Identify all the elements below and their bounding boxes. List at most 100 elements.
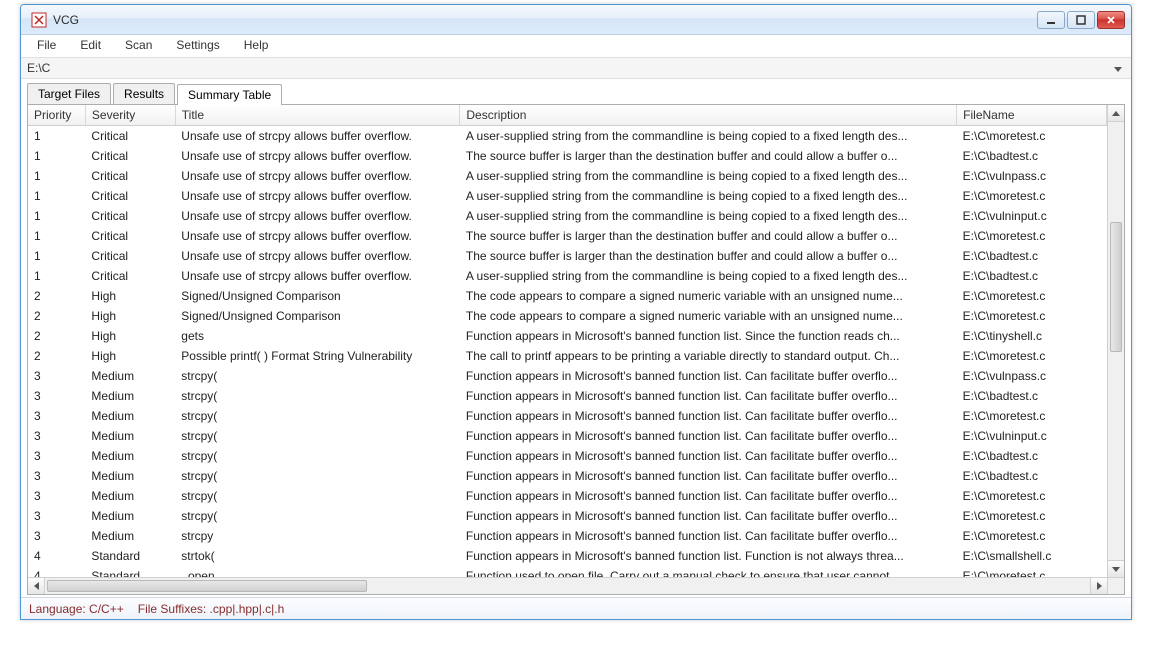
- status-language: Language: C/C++: [29, 602, 124, 616]
- cell-filename: E:\C\moretest.c: [957, 286, 1107, 306]
- table-row[interactable]: 1CriticalUnsafe use of strcpy allows buf…: [28, 126, 1107, 147]
- table-row[interactable]: 1CriticalUnsafe use of strcpy allows buf…: [28, 246, 1107, 266]
- cell-severity: High: [85, 286, 175, 306]
- tab-target-files[interactable]: Target Files: [27, 83, 111, 104]
- cell-title: Unsafe use of strcpy allows buffer overf…: [175, 226, 460, 246]
- cell-severity: High: [85, 306, 175, 326]
- cell-priority: 2: [28, 346, 85, 366]
- col-header-description[interactable]: Description: [460, 105, 957, 126]
- cell-title: Signed/Unsigned Comparison: [175, 286, 460, 306]
- cell-filename: E:\C\badtest.c: [957, 266, 1107, 286]
- cell-filename: E:\C\badtest.c: [957, 446, 1107, 466]
- table-row[interactable]: 1CriticalUnsafe use of strcpy allows buf…: [28, 266, 1107, 286]
- tab-results[interactable]: Results: [113, 83, 175, 104]
- cell-priority: 3: [28, 406, 85, 426]
- cell-priority: 1: [28, 146, 85, 166]
- cell-filename: E:\C\moretest.c: [957, 486, 1107, 506]
- cell-severity: Standard: [85, 546, 175, 566]
- horizontal-scrollbar[interactable]: [28, 577, 1124, 594]
- cell-severity: High: [85, 346, 175, 366]
- cell-filename: E:\C\smallshell.c: [957, 546, 1107, 566]
- cell-title: Unsafe use of strcpy allows buffer overf…: [175, 186, 460, 206]
- scroll-right-icon[interactable]: [1090, 578, 1107, 594]
- cell-priority: 4: [28, 546, 85, 566]
- cell-description: Function appears in Microsoft's banned f…: [460, 526, 957, 546]
- cell-priority: 3: [28, 506, 85, 526]
- summary-table-panel: Priority Severity Title Description File…: [27, 104, 1125, 595]
- cell-description: The code appears to compare a signed num…: [460, 306, 957, 326]
- cell-title: strcpy(: [175, 486, 460, 506]
- cell-filename: E:\C\badtest.c: [957, 146, 1107, 166]
- cell-priority: 1: [28, 126, 85, 147]
- col-header-severity[interactable]: Severity: [85, 105, 175, 126]
- menu-settings[interactable]: Settings: [164, 35, 231, 57]
- cell-filename: E:\C\moretest.c: [957, 566, 1107, 577]
- table-row[interactable]: 2HighPossible printf( ) Format String Vu…: [28, 346, 1107, 366]
- col-header-title[interactable]: Title: [175, 105, 460, 126]
- scroll-left-icon[interactable]: [28, 578, 45, 594]
- table-row[interactable]: 3Mediumstrcpy(Function appears in Micros…: [28, 506, 1107, 526]
- cell-title: Unsafe use of strcpy allows buffer overf…: [175, 166, 460, 186]
- table-row[interactable]: 3Mediumstrcpy(Function appears in Micros…: [28, 406, 1107, 426]
- cell-severity: Medium: [85, 446, 175, 466]
- vertical-scrollbar[interactable]: [1107, 105, 1124, 577]
- summary-table[interactable]: Priority Severity Title Description File…: [28, 105, 1107, 577]
- cell-description: A user-supplied string from the commandl…: [460, 206, 957, 226]
- table-row[interactable]: 2High getsFunction appears in Microsoft'…: [28, 326, 1107, 346]
- table-row[interactable]: 3MediumstrcpyFunction appears in Microso…: [28, 526, 1107, 546]
- maximize-button[interactable]: [1067, 11, 1095, 29]
- menu-scan[interactable]: Scan: [113, 35, 164, 57]
- scroll-track-vertical[interactable]: [1108, 122, 1124, 560]
- col-header-priority[interactable]: Priority: [28, 105, 85, 126]
- scroll-track-horizontal[interactable]: [45, 578, 1090, 594]
- close-button[interactable]: [1097, 11, 1125, 29]
- table-row[interactable]: 3Mediumstrcpy(Function appears in Micros…: [28, 446, 1107, 466]
- table-row[interactable]: 3Mediumstrcpy(Function appears in Micros…: [28, 366, 1107, 386]
- col-header-filename[interactable]: FileName: [957, 105, 1107, 126]
- table-row[interactable]: 1CriticalUnsafe use of strcpy allows buf…: [28, 206, 1107, 226]
- cell-description: The code appears to compare a signed num…: [460, 286, 957, 306]
- menu-help[interactable]: Help: [232, 35, 281, 57]
- cell-severity: Medium: [85, 466, 175, 486]
- path-bar[interactable]: E:\C: [21, 57, 1131, 79]
- table-row[interactable]: 1CriticalUnsafe use of strcpy allows buf…: [28, 186, 1107, 206]
- cell-priority: 1: [28, 166, 85, 186]
- cell-description: The source buffer is larger than the des…: [460, 146, 957, 166]
- tabs-row: Target Files Results Summary Table: [21, 79, 1131, 104]
- table-row[interactable]: 3Mediumstrcpy(Function appears in Micros…: [28, 426, 1107, 446]
- table-row[interactable]: 1CriticalUnsafe use of strcpy allows buf…: [28, 166, 1107, 186]
- tab-summary-table[interactable]: Summary Table: [177, 84, 282, 105]
- cell-filename: E:\C\moretest.c: [957, 306, 1107, 326]
- app-window: VCG File Edit Scan Settings Help E:\C Ta…: [20, 4, 1132, 620]
- table-row[interactable]: 1CriticalUnsafe use of strcpy allows buf…: [28, 226, 1107, 246]
- cell-filename: E:\C\moretest.c: [957, 526, 1107, 546]
- table-row[interactable]: 4Standard_openFunction used to open file…: [28, 566, 1107, 577]
- cell-filename: E:\C\badtest.c: [957, 466, 1107, 486]
- titlebar[interactable]: VCG: [21, 5, 1131, 35]
- scroll-up-icon[interactable]: [1108, 105, 1124, 122]
- table-row[interactable]: 3Mediumstrcpy(Function appears in Micros…: [28, 466, 1107, 486]
- cell-priority: 2: [28, 306, 85, 326]
- cell-priority: 1: [28, 246, 85, 266]
- scroll-down-icon[interactable]: [1108, 560, 1124, 577]
- minimize-button[interactable]: [1037, 11, 1065, 29]
- scroll-thumb-horizontal[interactable]: [47, 580, 367, 592]
- table-row[interactable]: 2HighSigned/Unsigned ComparisonThe code …: [28, 306, 1107, 326]
- cell-priority: 1: [28, 266, 85, 286]
- cell-description: Function appears in Microsoft's banned f…: [460, 446, 957, 466]
- cell-priority: 3: [28, 446, 85, 466]
- table-row[interactable]: 3Mediumstrcpy(Function appears in Micros…: [28, 386, 1107, 406]
- path-dropdown-icon[interactable]: [1111, 61, 1125, 75]
- scroll-thumb-vertical[interactable]: [1110, 222, 1122, 352]
- menu-edit[interactable]: Edit: [68, 35, 113, 57]
- cell-description: Function appears in Microsoft's banned f…: [460, 366, 957, 386]
- cell-description: Function appears in Microsoft's banned f…: [460, 426, 957, 446]
- table-row[interactable]: 2HighSigned/Unsigned ComparisonThe code …: [28, 286, 1107, 306]
- cell-filename: E:\C\moretest.c: [957, 226, 1107, 246]
- table-row[interactable]: 4Standardstrtok(Function appears in Micr…: [28, 546, 1107, 566]
- cell-title: strcpy(: [175, 366, 460, 386]
- menu-file[interactable]: File: [25, 35, 68, 57]
- cell-severity: Standard: [85, 566, 175, 577]
- table-row[interactable]: 3Mediumstrcpy(Function appears in Micros…: [28, 486, 1107, 506]
- table-row[interactable]: 1CriticalUnsafe use of strcpy allows buf…: [28, 146, 1107, 166]
